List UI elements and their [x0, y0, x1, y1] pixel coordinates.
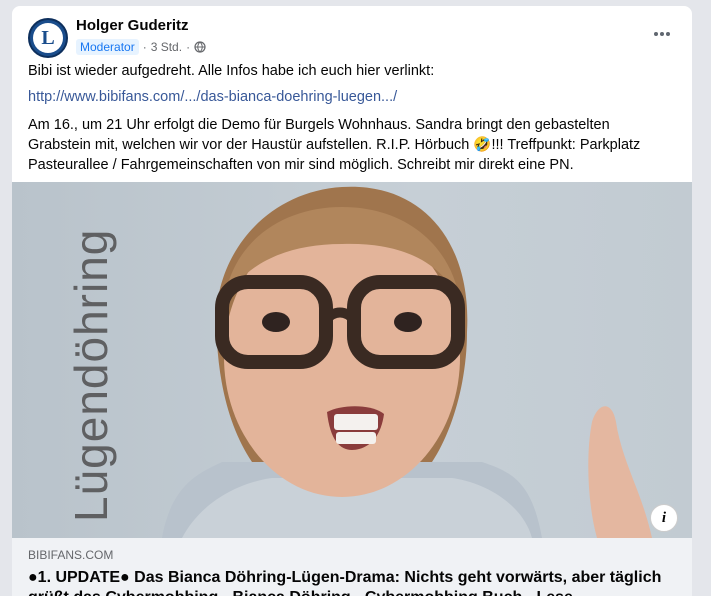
role-badge: Moderator: [76, 39, 139, 55]
post-intro: Bibi ist wieder aufgedreht. Alle Infos h…: [28, 63, 435, 79]
preview-image-caption: Lügendöhring: [65, 228, 117, 522]
meta-separator: ·: [142, 40, 147, 54]
post-header: L Holger Guderitz Moderator · 3 Std. ·: [12, 6, 692, 64]
author-name[interactable]: Holger Guderitz: [76, 17, 189, 34]
post-body: Bibi ist wieder aufgedreht. Alle Infos h…: [28, 61, 676, 181]
preview-title[interactable]: ●1. UPDATE● Das Bianca Döhring-Lügen-Dra…: [28, 568, 676, 596]
laughing-emoji: 🤣: [473, 137, 492, 153]
post-meta: Moderator · 3 Std. ·: [76, 39, 206, 55]
post-main-text: Am 16., um 21 Uhr erfolgt die Demo für B…: [28, 115, 676, 175]
more-dots-icon: [654, 32, 670, 36]
globe-icon: [194, 41, 206, 53]
preview-footer[interactable]: BIBIFANS.COM ●1. UPDATE● Das Bianca Döhr…: [12, 538, 692, 596]
link-preview[interactable]: Lügendöhring i BIBIFANS.COM ●1. UPDATE● …: [12, 182, 692, 596]
post-link[interactable]: http://www.bibifans.com/.../das-bianca-d…: [28, 89, 397, 105]
post-time[interactable]: 3 Std.: [151, 40, 182, 54]
info-button[interactable]: i: [650, 504, 678, 532]
more-options-button[interactable]: [648, 22, 676, 46]
preview-image[interactable]: Lügendöhring i: [12, 182, 692, 538]
post-card: L Holger Guderitz Moderator · 3 Std. · B…: [12, 6, 692, 596]
preview-domain: BIBIFANS.COM: [28, 548, 114, 562]
avatar-logo: L: [33, 23, 63, 53]
meta-separator-2: ·: [186, 40, 191, 54]
info-icon: i: [661, 509, 667, 526]
avatar[interactable]: L: [28, 18, 68, 58]
